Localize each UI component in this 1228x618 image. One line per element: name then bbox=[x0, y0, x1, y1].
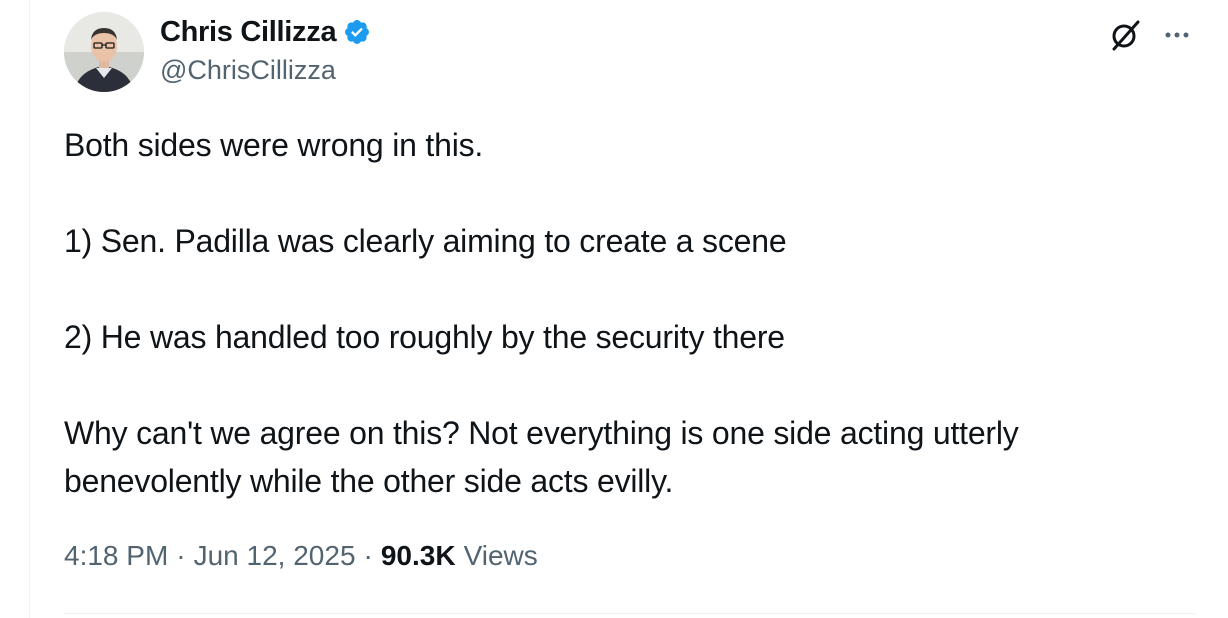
tweet-paragraph: 1) Sen. Padilla was clearly aiming to cr… bbox=[64, 223, 787, 259]
tweet-paragraph: Why can't we agree on this? Not everythi… bbox=[64, 415, 1028, 499]
tweet-card: Chris Cillizza @ChrisCillizza Both sides… bbox=[29, 0, 1228, 618]
tweet-time-link[interactable]: 4:18 PM bbox=[64, 540, 168, 572]
meta-separator: · bbox=[176, 540, 186, 571]
tweet-paragraph: Both sides were wrong in this. bbox=[64, 127, 484, 163]
verified-badge-icon[interactable] bbox=[343, 18, 371, 46]
tweet-text: Both sides were wrong in this. 1) Sen. P… bbox=[64, 121, 1184, 505]
grok-icon[interactable] bbox=[1108, 18, 1142, 52]
profile-photo-icon bbox=[64, 12, 144, 92]
tweet-paragraph: 2) He was handled too roughly by the sec… bbox=[64, 319, 785, 355]
author-name-row: Chris Cillizza bbox=[160, 14, 371, 50]
author-handle[interactable]: @ChrisCillizza bbox=[160, 55, 336, 86]
more-options-icon[interactable] bbox=[1160, 18, 1194, 52]
tweet-metadata: 4:18 PM · Jun 12, 2025 · 90.3K Views bbox=[64, 540, 538, 572]
views-count: 90.3K bbox=[380, 540, 456, 571]
divider bbox=[64, 613, 1195, 614]
meta-separator: · bbox=[363, 540, 373, 571]
avatar[interactable] bbox=[64, 12, 144, 92]
tweet-date-link[interactable]: Jun 12, 2025 bbox=[194, 540, 356, 572]
views-label[interactable]: Views bbox=[464, 540, 538, 572]
author-display-name[interactable]: Chris Cillizza bbox=[160, 16, 337, 49]
